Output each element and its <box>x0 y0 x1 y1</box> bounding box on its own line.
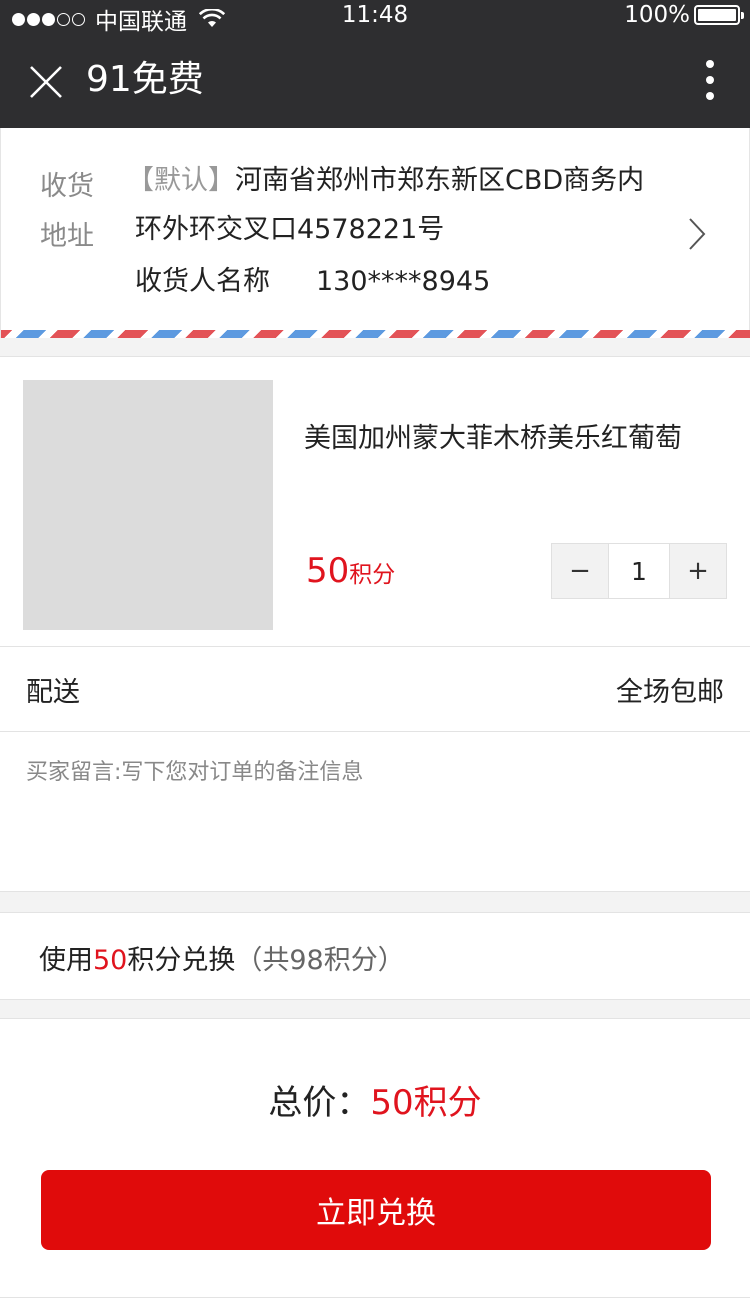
nav-bar: 91免费 <box>0 32 750 128</box>
points-redeem-row: 使用50积分兑换（共98积分） <box>0 912 750 1000</box>
total-label: 总价： <box>268 1083 371 1123</box>
product-price-unit: 积分 <box>349 562 396 588</box>
address-label: 收货 地址 <box>40 162 100 262</box>
more-dot <box>706 60 714 68</box>
points-prefix: 使用 <box>39 945 93 976</box>
product-image[interactable] <box>23 380 273 630</box>
product-price: 50积分 <box>306 551 395 595</box>
bottom-divider <box>0 1297 750 1298</box>
delivery-row: 配送 全场包邮 <box>0 646 750 732</box>
status-bar: 中国联通 11:48 100% <box>0 0 750 35</box>
total-value: 50积分 <box>370 1083 482 1123</box>
page-title: 91免费 <box>86 59 204 100</box>
buyer-message-input[interactable] <box>0 732 750 891</box>
address-label-line1: 收货 <box>40 171 94 202</box>
more-dot <box>706 76 714 84</box>
points-amount: 50 <box>93 945 128 976</box>
address-label-line2: 地址 <box>40 221 94 252</box>
more-dot <box>706 92 714 100</box>
battery-fill <box>698 9 736 21</box>
buyer-message <box>0 732 750 892</box>
recipient-phone: 130****8945 <box>316 266 491 297</box>
decrease-quantity-button[interactable]: − <box>552 544 608 598</box>
chevron-right-icon <box>689 218 706 250</box>
increase-quantity-button[interactable]: + <box>670 544 726 598</box>
recipient-name: 收货人名称 <box>135 266 270 297</box>
quantity-stepper: − 1 + <box>551 543 727 599</box>
delivery-value: 全场包邮 <box>616 677 724 708</box>
address-contact: 收货人名称 130****8945 <box>135 257 490 306</box>
product-price-value: 50 <box>306 551 350 591</box>
points-redeem-text: 使用50积分兑换（共98积分） <box>39 938 405 977</box>
product-name[interactable]: 美国加州蒙大菲木桥美乐红葡萄 <box>304 419 682 459</box>
address-detail: 【默认】河南省郑州市郑东新区CBD商务内环外环交叉口4578221号 <box>127 156 665 254</box>
status-right: 100% <box>624 2 744 28</box>
quantity-value[interactable]: 1 <box>608 544 670 598</box>
battery-percent: 100% <box>624 2 690 28</box>
points-suffix: 积分兑换 <box>127 945 236 976</box>
more-vertical-icon[interactable] <box>704 60 716 100</box>
default-tag: 【默认】 <box>127 165 235 196</box>
points-total-note: （共98积分） <box>235 945 405 976</box>
close-icon[interactable] <box>28 64 64 100</box>
shipping-address-card[interactable]: 收货 地址 【默认】河南省郑州市郑东新区CBD商务内环外环交叉口4578221号… <box>0 128 750 338</box>
delivery-label: 配送 <box>26 677 80 708</box>
redeem-now-button[interactable]: 立即兑换 <box>41 1170 711 1250</box>
checkout-footer: 总价：50积分 立即兑换 <box>0 1018 750 1299</box>
product-card: 美国加州蒙大菲木桥美乐红葡萄 50积分 − 1 + <box>0 356 750 646</box>
total-price: 总价：50积分 <box>0 1075 750 1124</box>
envelope-stripe-divider <box>1 330 750 338</box>
battery-icon <box>694 5 744 25</box>
